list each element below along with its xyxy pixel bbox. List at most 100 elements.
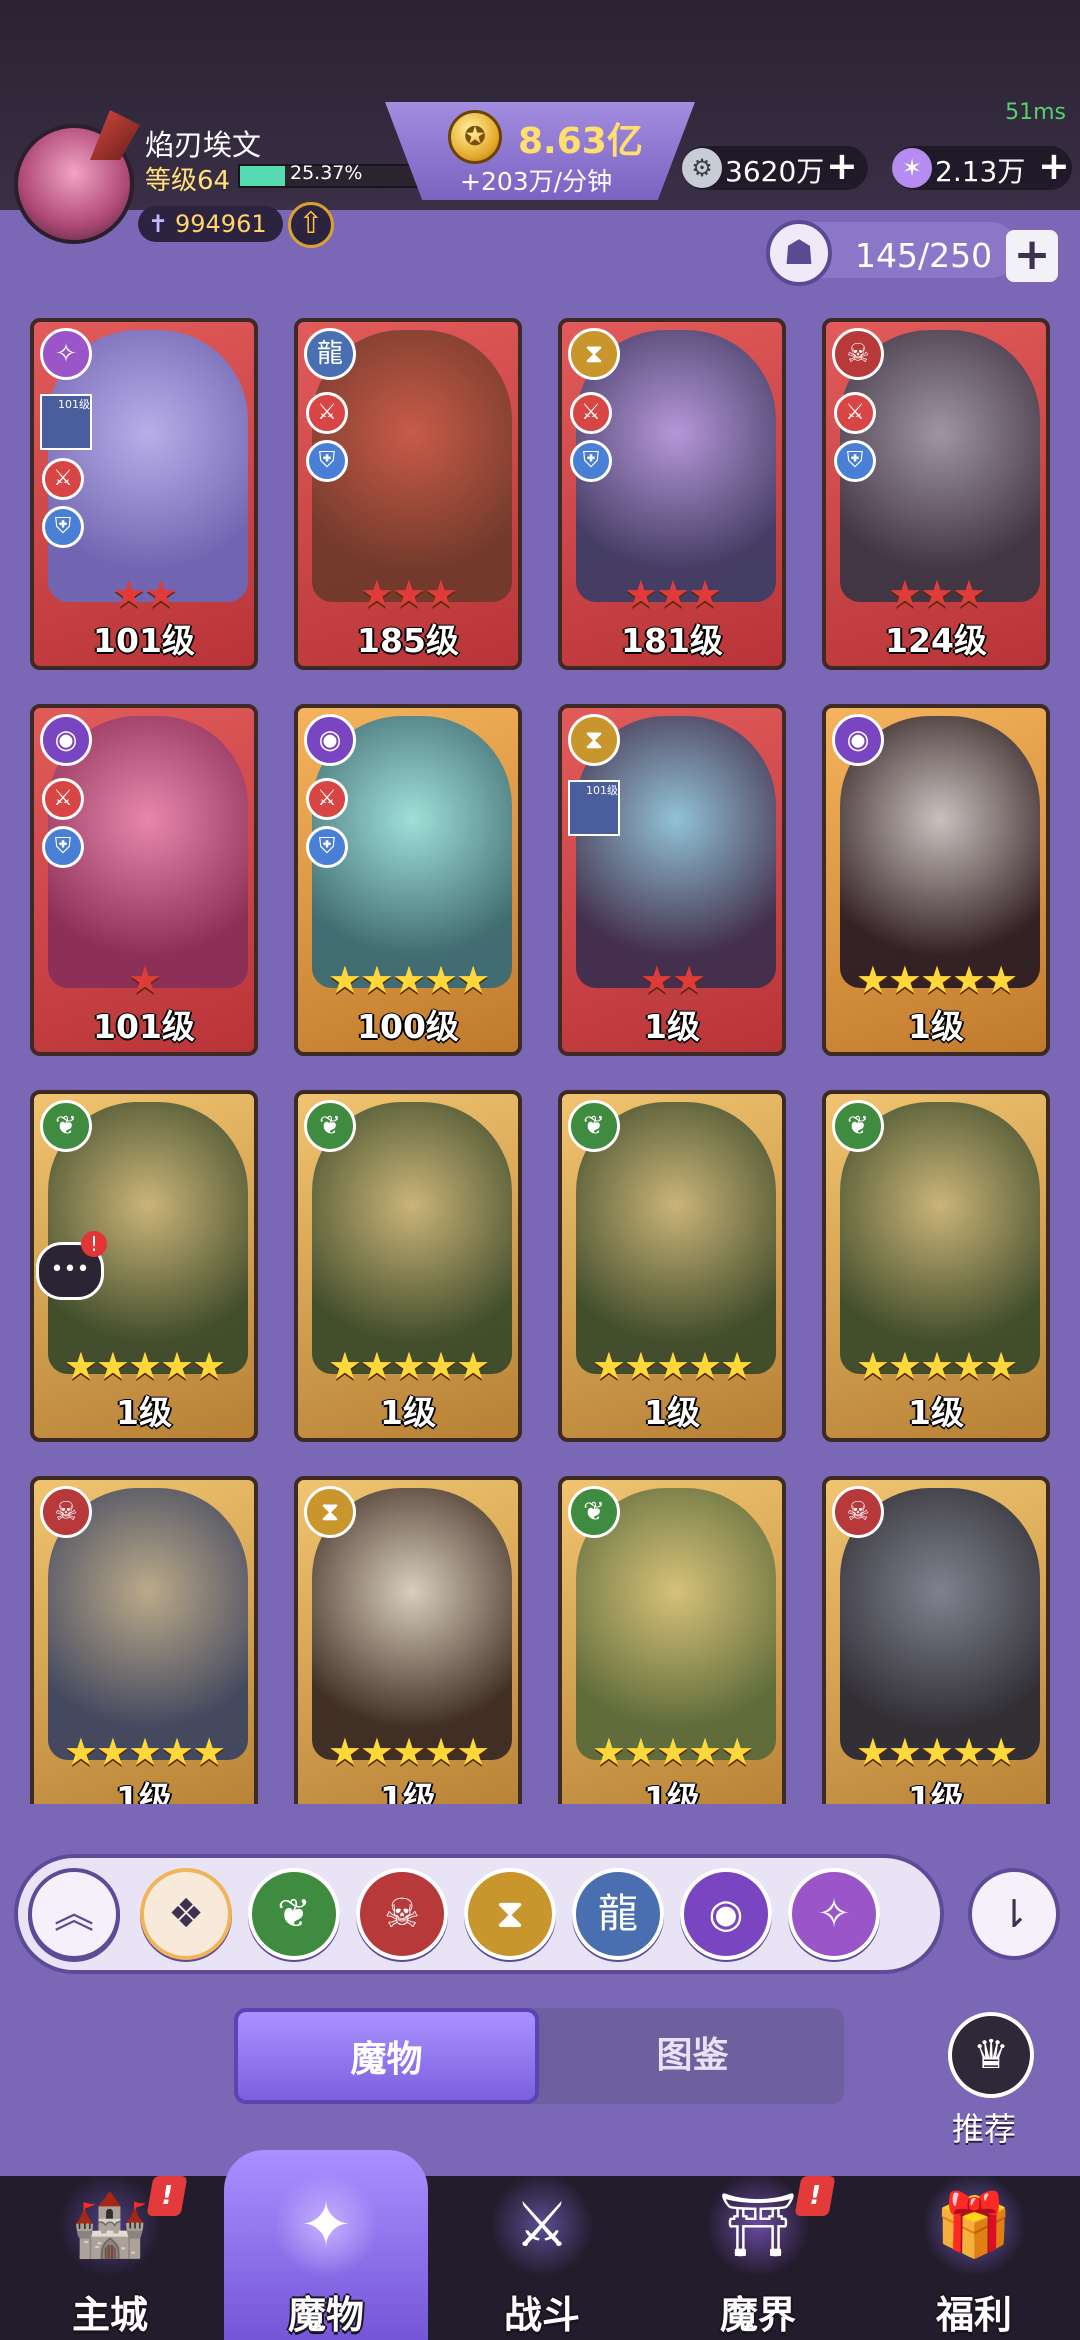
attack-badge-icon: ⚔ — [306, 392, 348, 434]
element-icon: ◉ — [304, 714, 356, 766]
crystal-icon: ✶ — [892, 148, 932, 188]
star-rating: ★★★★★ — [855, 1344, 1018, 1388]
monster-slot-icon: ☗ — [766, 220, 832, 286]
linked-monster-thumbnail: 101级 — [568, 780, 620, 836]
star-rating: ★★★ — [359, 572, 458, 616]
monster-level: 100级 — [357, 1007, 459, 1046]
player-name: 焰刃埃文 — [145, 128, 262, 162]
filter-dragon-icon[interactable]: 龍 — [572, 1868, 664, 1960]
star-rating: ★★★★★ — [855, 1730, 1018, 1774]
monster-level: 185级 — [357, 621, 459, 660]
monster-card[interactable]: ◉ ★★★★★ 1级 — [822, 704, 1050, 1056]
monster-card[interactable]: ✧ 101级 ⚔ ⛨ ★★ 101级 — [30, 318, 258, 670]
star-rating: ★★★★★ — [63, 1344, 226, 1388]
monster-level: 1级 — [908, 1779, 964, 1804]
nav-icon: 🎁 — [924, 2170, 1024, 2280]
exp-bar-fill — [240, 166, 285, 186]
filter-demon-icon[interactable]: ☠ — [356, 1868, 448, 1960]
nav-label: 福利 — [935, 2293, 1012, 2337]
ping-indicator: 51ms — [1005, 100, 1066, 125]
monster-card[interactable]: ❦ ★★★★★ 1级 — [294, 1090, 522, 1442]
monster-slot-count: 145/250 — [855, 236, 993, 275]
element-icon: ⧗ — [568, 328, 620, 380]
defense-badge-icon: ⛨ — [306, 440, 348, 482]
crystal-plus-button[interactable]: + — [1038, 144, 1070, 188]
nav-label: 魔界 — [719, 2293, 796, 2337]
nav-item-3[interactable]: ⛩! 魔界 — [658, 2164, 858, 2340]
monster-card[interactable]: ☠ ★★★★★ 1级 — [822, 1476, 1050, 1804]
star-rating: ★★ — [111, 572, 178, 616]
tab-codex[interactable]: 图鉴 — [540, 2008, 845, 2104]
filter-star-icon[interactable]: ✧ — [788, 1868, 880, 1960]
alert-icon: ! — [146, 2176, 188, 2216]
attack-badge-icon: ⚔ — [306, 778, 348, 820]
power-up-button[interactable]: ⇧ — [288, 202, 334, 248]
filter-time-icon[interactable]: ⧗ — [464, 1868, 556, 1960]
monster-card[interactable]: ⧗ ★★★★★ 1级 — [294, 1476, 522, 1804]
star-rating: ★★★★★ — [855, 958, 1018, 1002]
filter-nature-icon[interactable]: ❦ — [248, 1868, 340, 1960]
nav-label: 战斗 — [503, 2293, 580, 2337]
monster-card[interactable]: ❦ ★★★★★ 1级 — [558, 1476, 786, 1804]
monster-card[interactable]: ❦ ★★★★★ 1级 — [822, 1090, 1050, 1442]
element-icon: ⧗ — [568, 714, 620, 766]
monster-card[interactable]: 龍 ⚔ ⛨ ★★★ 185级 — [294, 318, 522, 670]
exp-percent: 25.37% — [290, 162, 363, 184]
element-icon: ☠ — [832, 1486, 884, 1538]
monster-level: 1级 — [644, 1779, 700, 1804]
silver-value: 3620万 — [725, 155, 825, 188]
monster-card[interactable]: ❦ ★★★★★ 1级 — [558, 1090, 786, 1442]
nav-icon: ✦ — [276, 2170, 376, 2280]
defense-badge-icon: ⛨ — [42, 506, 84, 548]
recommend-icon[interactable]: ♛ — [948, 2012, 1034, 2098]
monster-card[interactable]: ◉ ⚔ ⛨ ★★★★★ 100级 — [294, 704, 522, 1056]
monster-card[interactable]: ☠ ★★★★★ 1级 — [30, 1476, 258, 1804]
monster-level: 181级 — [621, 621, 723, 660]
star-rating: ★★★★★ — [591, 1730, 754, 1774]
tab-monsters[interactable]: 魔物 — [234, 2008, 539, 2104]
element-icon: ✧ — [40, 328, 92, 380]
filter-eye-icon[interactable]: ◉ — [680, 1868, 772, 1960]
element-icon: 龍 — [304, 328, 356, 380]
monster-card[interactable]: ☠ ⚔ ⛨ ★★★ 124级 — [822, 318, 1050, 670]
element-icon: ❦ — [40, 1100, 92, 1152]
star-rating: ★★ — [639, 958, 706, 1002]
collapse-icon[interactable]: ︽ — [28, 1868, 120, 1960]
star-rating: ★★★ — [887, 572, 986, 616]
element-icon: ❦ — [568, 1100, 620, 1152]
nav-item-1[interactable]: ✦ 魔物 — [226, 2164, 426, 2340]
nav-item-4[interactable]: 🎁 福利 — [874, 2164, 1074, 2340]
defense-badge-icon: ⛨ — [834, 440, 876, 482]
monster-card[interactable]: ◉ ⚔ ⛨ ★ 101级 — [30, 704, 258, 1056]
star-rating: ★★★★★ — [327, 958, 490, 1002]
defense-badge-icon: ⛨ — [570, 440, 612, 482]
star-rating: ★★★★★ — [591, 1344, 754, 1388]
nav-item-0[interactable]: 🏰! 主城 — [10, 2164, 210, 2340]
nav-icon: ⚔ — [492, 2170, 592, 2280]
chat-bubble-icon[interactable]: ••• — [36, 1231, 107, 1300]
silver-plus-button[interactable]: + — [826, 144, 858, 188]
alert-icon: ! — [794, 2176, 836, 2216]
monster-card[interactable]: ❦ ••• ★★★★★ 1级 — [30, 1090, 258, 1442]
filter-all-icon[interactable]: ❖ — [140, 1868, 232, 1960]
gold-rate: +203万/分钟 — [460, 167, 613, 196]
monster-level: 1级 — [644, 1007, 700, 1046]
nav-icon: 🏰 — [60, 2170, 160, 2280]
attack-badge-icon: ⚔ — [42, 778, 84, 820]
attack-badge-icon: ⚔ — [570, 392, 612, 434]
monster-level: 1级 — [644, 1393, 700, 1432]
recommend-label: 推荐 — [952, 2110, 1017, 2148]
monster-card[interactable]: ⧗ 101级 ★★ 1级 — [558, 704, 786, 1056]
nav-item-2[interactable]: ⚔ 战斗 — [442, 2164, 642, 2340]
monster-level: 124级 — [885, 621, 987, 660]
star-rating: ★★★★★ — [327, 1344, 490, 1388]
crystal-value: 2.13万 — [935, 155, 1026, 188]
gold-amount: 8.63亿 — [518, 121, 643, 162]
monster-card[interactable]: ⧗ ⚔ ⛨ ★★★ 181级 — [558, 318, 786, 670]
element-icon: ❦ — [304, 1100, 356, 1152]
expand-slots-button[interactable]: + — [1006, 230, 1058, 282]
star-rating: ★★★★★ — [63, 1730, 226, 1774]
sort-icon[interactable]: ⇂ — [968, 1868, 1060, 1960]
element-icon: ◉ — [40, 714, 92, 766]
monster-level: 1级 — [908, 1007, 964, 1046]
